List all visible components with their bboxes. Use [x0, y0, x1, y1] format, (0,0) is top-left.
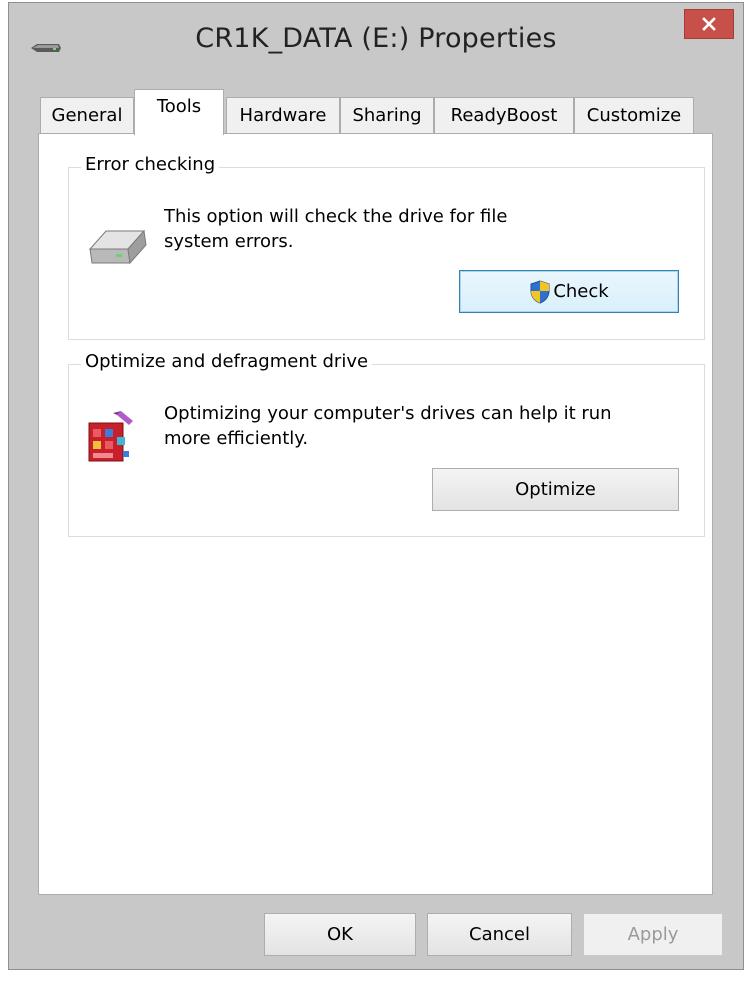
defragment-icon: [83, 407, 141, 474]
optimize-label: Optimize and defragment drive: [81, 351, 373, 372]
uac-shield-icon: [529, 279, 551, 304]
optimize-description-line1: Optimizing your computer's drives can he…: [164, 403, 612, 424]
tools-tab-panel: Error checking This option will check th…: [38, 133, 713, 895]
error-checking-label: Error checking: [81, 154, 220, 175]
title-bar[interactable]: CR1K_DATA (E:) Properties: [9, 3, 743, 79]
close-icon: [702, 17, 716, 31]
tab-sharing[interactable]: Sharing: [340, 97, 434, 133]
tab-readyboost[interactable]: ReadyBoost: [434, 97, 574, 133]
close-button[interactable]: [684, 9, 734, 39]
window-title: CR1K_DATA (E:) Properties: [195, 23, 557, 54]
optimize-group: Optimize and defragment drive Optimizing…: [68, 351, 705, 537]
optimize-description-line2: more efficiently.: [164, 428, 309, 449]
hard-drive-icon: [86, 223, 150, 272]
cancel-button[interactable]: Cancel: [427, 913, 572, 956]
tab-customize[interactable]: Customize: [574, 97, 694, 133]
tab-hardware[interactable]: Hardware: [226, 97, 340, 133]
error-checking-description-line2: system errors.: [164, 231, 294, 252]
properties-window: CR1K_DATA (E:) Properties General Tools …: [8, 2, 744, 970]
tab-general[interactable]: General: [40, 97, 134, 133]
error-checking-group: Error checking This option will check th…: [68, 154, 705, 340]
tab-tools[interactable]: Tools: [134, 89, 224, 135]
check-button-label: Check: [553, 281, 609, 302]
tab-strip: General Tools Hardware Sharing ReadyBoos…: [40, 89, 700, 135]
ok-button[interactable]: OK: [264, 913, 416, 956]
error-checking-description-line1: This option will check the drive for fil…: [164, 206, 508, 227]
apply-button[interactable]: Apply: [583, 913, 723, 956]
check-button[interactable]: Check: [459, 270, 679, 313]
optimize-button[interactable]: Optimize: [432, 468, 679, 511]
